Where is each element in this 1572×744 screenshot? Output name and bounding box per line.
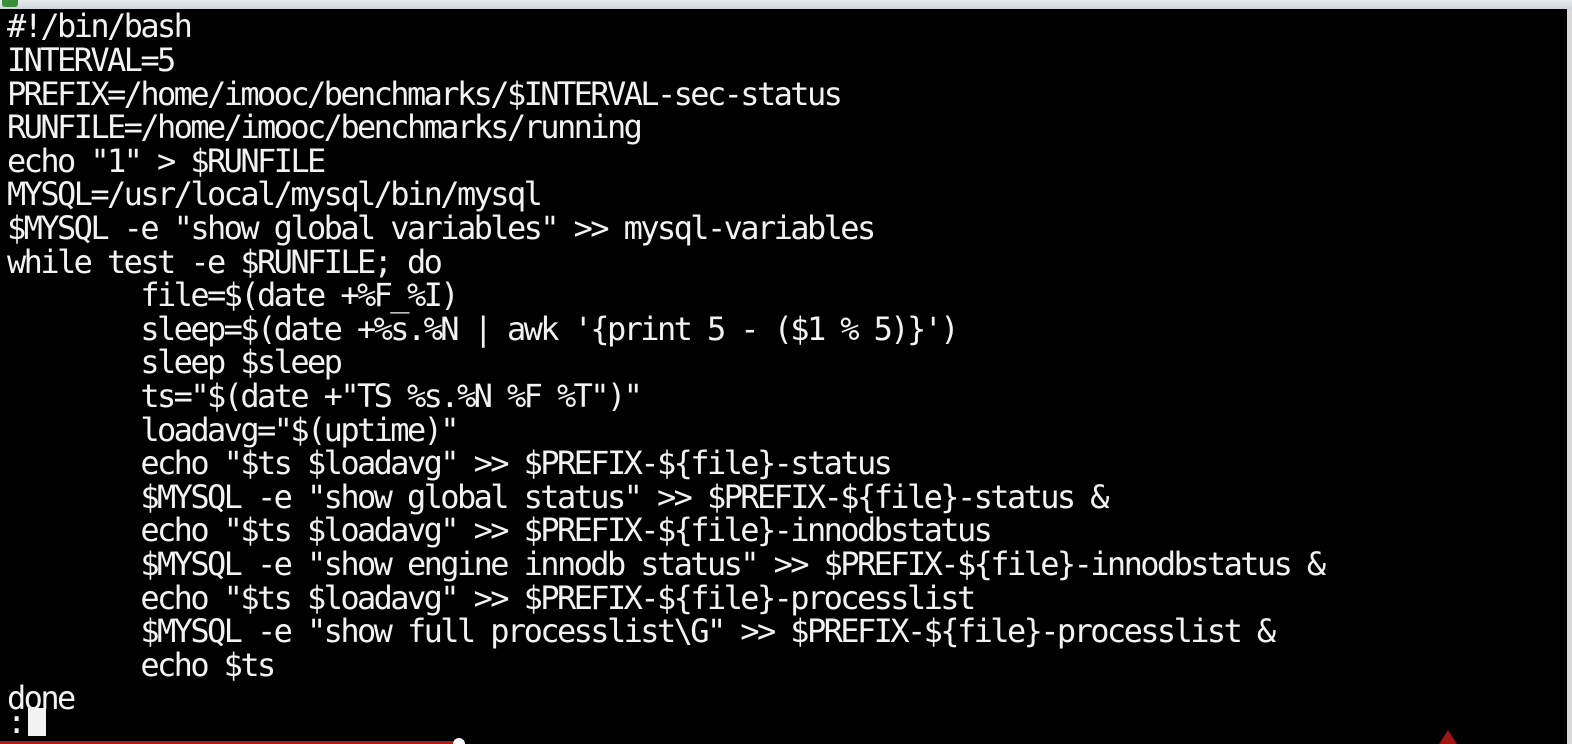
code-line: $MYSQL -e "show global status" >> $PREFI… [7, 478, 1109, 516]
app-icon [2, 0, 18, 7]
code-line: sleep $sleep [7, 343, 343, 381]
code-line: sleep=$(date +%s.%N | awk '{print 5 - ($… [7, 310, 959, 348]
code-line: $MYSQL -e "show global variables" >> mys… [7, 209, 876, 247]
code-line: echo "1" > $RUNFILE [7, 142, 326, 180]
text-cursor [28, 708, 47, 736]
corner-mark-icon [1439, 730, 1457, 744]
code-line: INTERVAL=5 [7, 41, 176, 79]
code-line: ts="$(date +"TS %s.%N %F %T")" [7, 377, 643, 415]
code-line: while test -e $RUNFILE; do [7, 243, 443, 281]
terminal-window: #!/bin/bash INTERVAL=5 PREFIX=/home/imoo… [0, 0, 1572, 744]
code-line: loadavg="$(uptime)" [7, 411, 459, 449]
code-line: echo "$ts $loadavg" >> $PREFIX-${file}-s… [7, 444, 893, 482]
code-line: $MYSQL -e "show engine innodb status" >>… [7, 545, 1326, 583]
code-line: echo $ts [7, 646, 276, 684]
window-titlebar [0, 0, 1572, 9]
code-line: RUNFILE=/home/imooc/benchmarks/running [7, 108, 643, 146]
code-line: PREFIX=/home/imooc/benchmarks/$INTERVAL-… [7, 75, 843, 113]
window-right-edge [1567, 9, 1572, 744]
progress-handle[interactable] [453, 738, 465, 744]
command-prompt[interactable]: : [7, 703, 47, 741]
code-line: echo "$ts $loadavg" >> $PREFIX-${file}-p… [7, 579, 976, 617]
code-line: $MYSQL -e "show full processlist\G" >> $… [7, 612, 1276, 650]
code-line: #!/bin/bash [7, 9, 193, 45]
terminal-output[interactable]: #!/bin/bash INTERVAL=5 PREFIX=/home/imoo… [0, 9, 1567, 744]
code-line: file=$(date +%F_%I) [7, 276, 459, 314]
prompt-symbol: : [7, 703, 27, 741]
code-line: MYSQL=/usr/local/mysql/bin/mysql [7, 175, 543, 213]
code-line: echo "$ts $loadavg" >> $PREFIX-${file}-i… [7, 511, 993, 549]
